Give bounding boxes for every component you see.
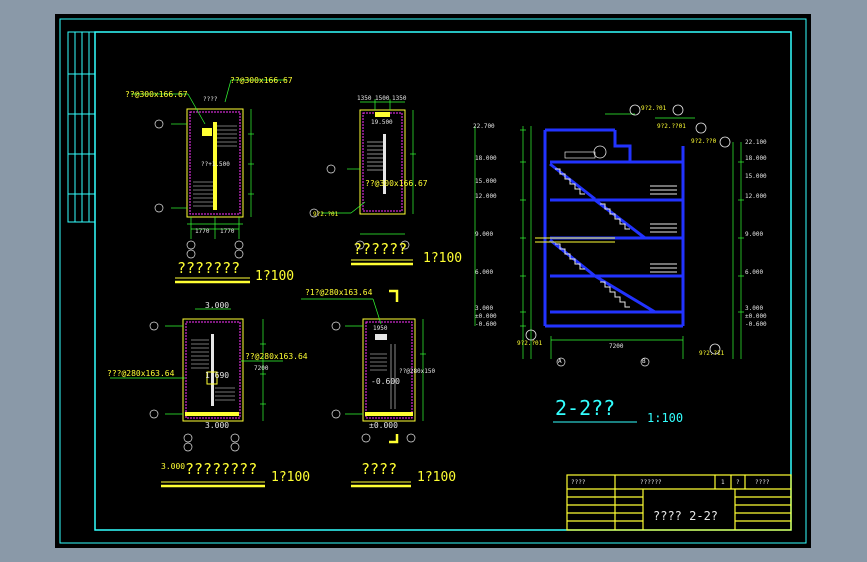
plan1-dim-left: 1770	[195, 228, 210, 235]
plan4-level-b: ±0.000	[369, 421, 398, 430]
section-level-left-5: 6.000	[475, 269, 494, 276]
plan3-level-bot: 3.000	[205, 421, 230, 430]
section-tag-top: 9?2.?01	[641, 105, 667, 112]
plan2-dim-2: 1500	[375, 95, 390, 102]
section-level-right-6: 3.000	[745, 305, 764, 312]
plan1-level: ??+1.500	[201, 161, 230, 168]
section-level-left-8: -0.600	[475, 321, 497, 328]
section-axis-left: A	[558, 358, 562, 365]
tb-cell-c: 1	[721, 479, 725, 486]
plan2-note: ??@300x166.67	[365, 179, 428, 188]
section-level-right-1: 18.000	[745, 155, 767, 162]
drawing-sheet: ??@300x166.67 ??@300x166.67 ???? ??+1.50…	[55, 14, 811, 548]
plan-4	[301, 289, 426, 488]
section-title: 2-2??	[555, 396, 616, 420]
section-axis-right: B	[642, 358, 646, 365]
plan2-level: 19.500	[371, 119, 393, 126]
tb-cell-e: ????	[755, 479, 770, 486]
section-level-left-2: 15.000	[475, 178, 497, 185]
plan1-title: ???????	[177, 259, 241, 277]
section-level-left-0: 22.700	[473, 123, 495, 130]
plan2-dim-1: 1350	[357, 95, 372, 102]
section-level-right-0: 22.100	[745, 139, 767, 146]
section-level-right-8: -0.600	[745, 321, 767, 328]
section-level-left-4: 9.000	[475, 231, 494, 238]
plan3-note-b: ??@280x163.64	[245, 352, 308, 361]
plan3-note-a: ???@280x163.64	[107, 369, 175, 378]
plan3-level-mid: 1.690	[205, 371, 230, 380]
plan2-scale: 1?100	[423, 251, 463, 266]
plan2-dim-3: 1350	[392, 95, 407, 102]
binding-strip	[67, 31, 96, 223]
section-level-left-7: ±0.000	[475, 313, 497, 320]
plan4-note-side: ??@280x150	[399, 368, 436, 375]
plan4-level-a: -0.600	[371, 377, 400, 386]
section-level-left-6: 3.000	[475, 305, 494, 312]
plan1-dim-right: 1770	[220, 228, 235, 235]
section-level-right-2: 15.000	[745, 173, 767, 180]
section-level-left-1: 18.000	[475, 155, 497, 162]
section-tag-top2: 9?2.??01	[657, 123, 686, 130]
section-level-right-3: 12.000	[745, 193, 767, 200]
plan3-title: ????????	[185, 460, 258, 478]
plan1-inner: ????	[203, 96, 218, 103]
section-tag-bottom: 9?2.?11	[699, 350, 725, 357]
plan4-note-top: ?1?@280x163.64	[305, 288, 373, 297]
section-span: 7200	[609, 343, 624, 350]
section-level-right-7: ±0.000	[745, 313, 767, 320]
plan3-prefix: 3.000	[161, 462, 186, 471]
tb-cell-d: ?	[736, 479, 740, 486]
tb-drawing-name: ???? 2-2?	[653, 509, 719, 523]
plan3-level-top: 3.000	[205, 301, 230, 310]
section-level-right-5: 6.000	[745, 269, 764, 276]
plan4-scale: 1?100	[417, 470, 457, 485]
section-scale: 1:100	[647, 411, 684, 425]
plan4-inner: 1950	[373, 325, 388, 332]
section-tag-left-bottom: 9?2.?01	[517, 340, 543, 347]
plan3-side: 7200	[254, 365, 269, 372]
plan4-title: ????	[361, 460, 398, 478]
plan3-scale: 1?100	[271, 470, 311, 485]
plan1-note-a: ??@300x166.67	[125, 90, 188, 99]
section-tag-right: 9?2.??0	[691, 138, 717, 145]
tb-cell-b: ??????	[640, 479, 662, 486]
plan1-scale: 1?100	[255, 269, 295, 284]
section-2-2	[474, 104, 744, 423]
plan2-tag: 9?2.?01	[313, 211, 339, 218]
plan2-title: ??????	[353, 240, 408, 258]
section-level-right-4: 9.000	[745, 231, 764, 238]
plan-1	[131, 79, 287, 284]
plan1-note-b: ??@300x166.67	[230, 76, 293, 85]
tb-cell-a: ????	[571, 479, 586, 486]
section-level-left-3: 12.000	[475, 193, 497, 200]
